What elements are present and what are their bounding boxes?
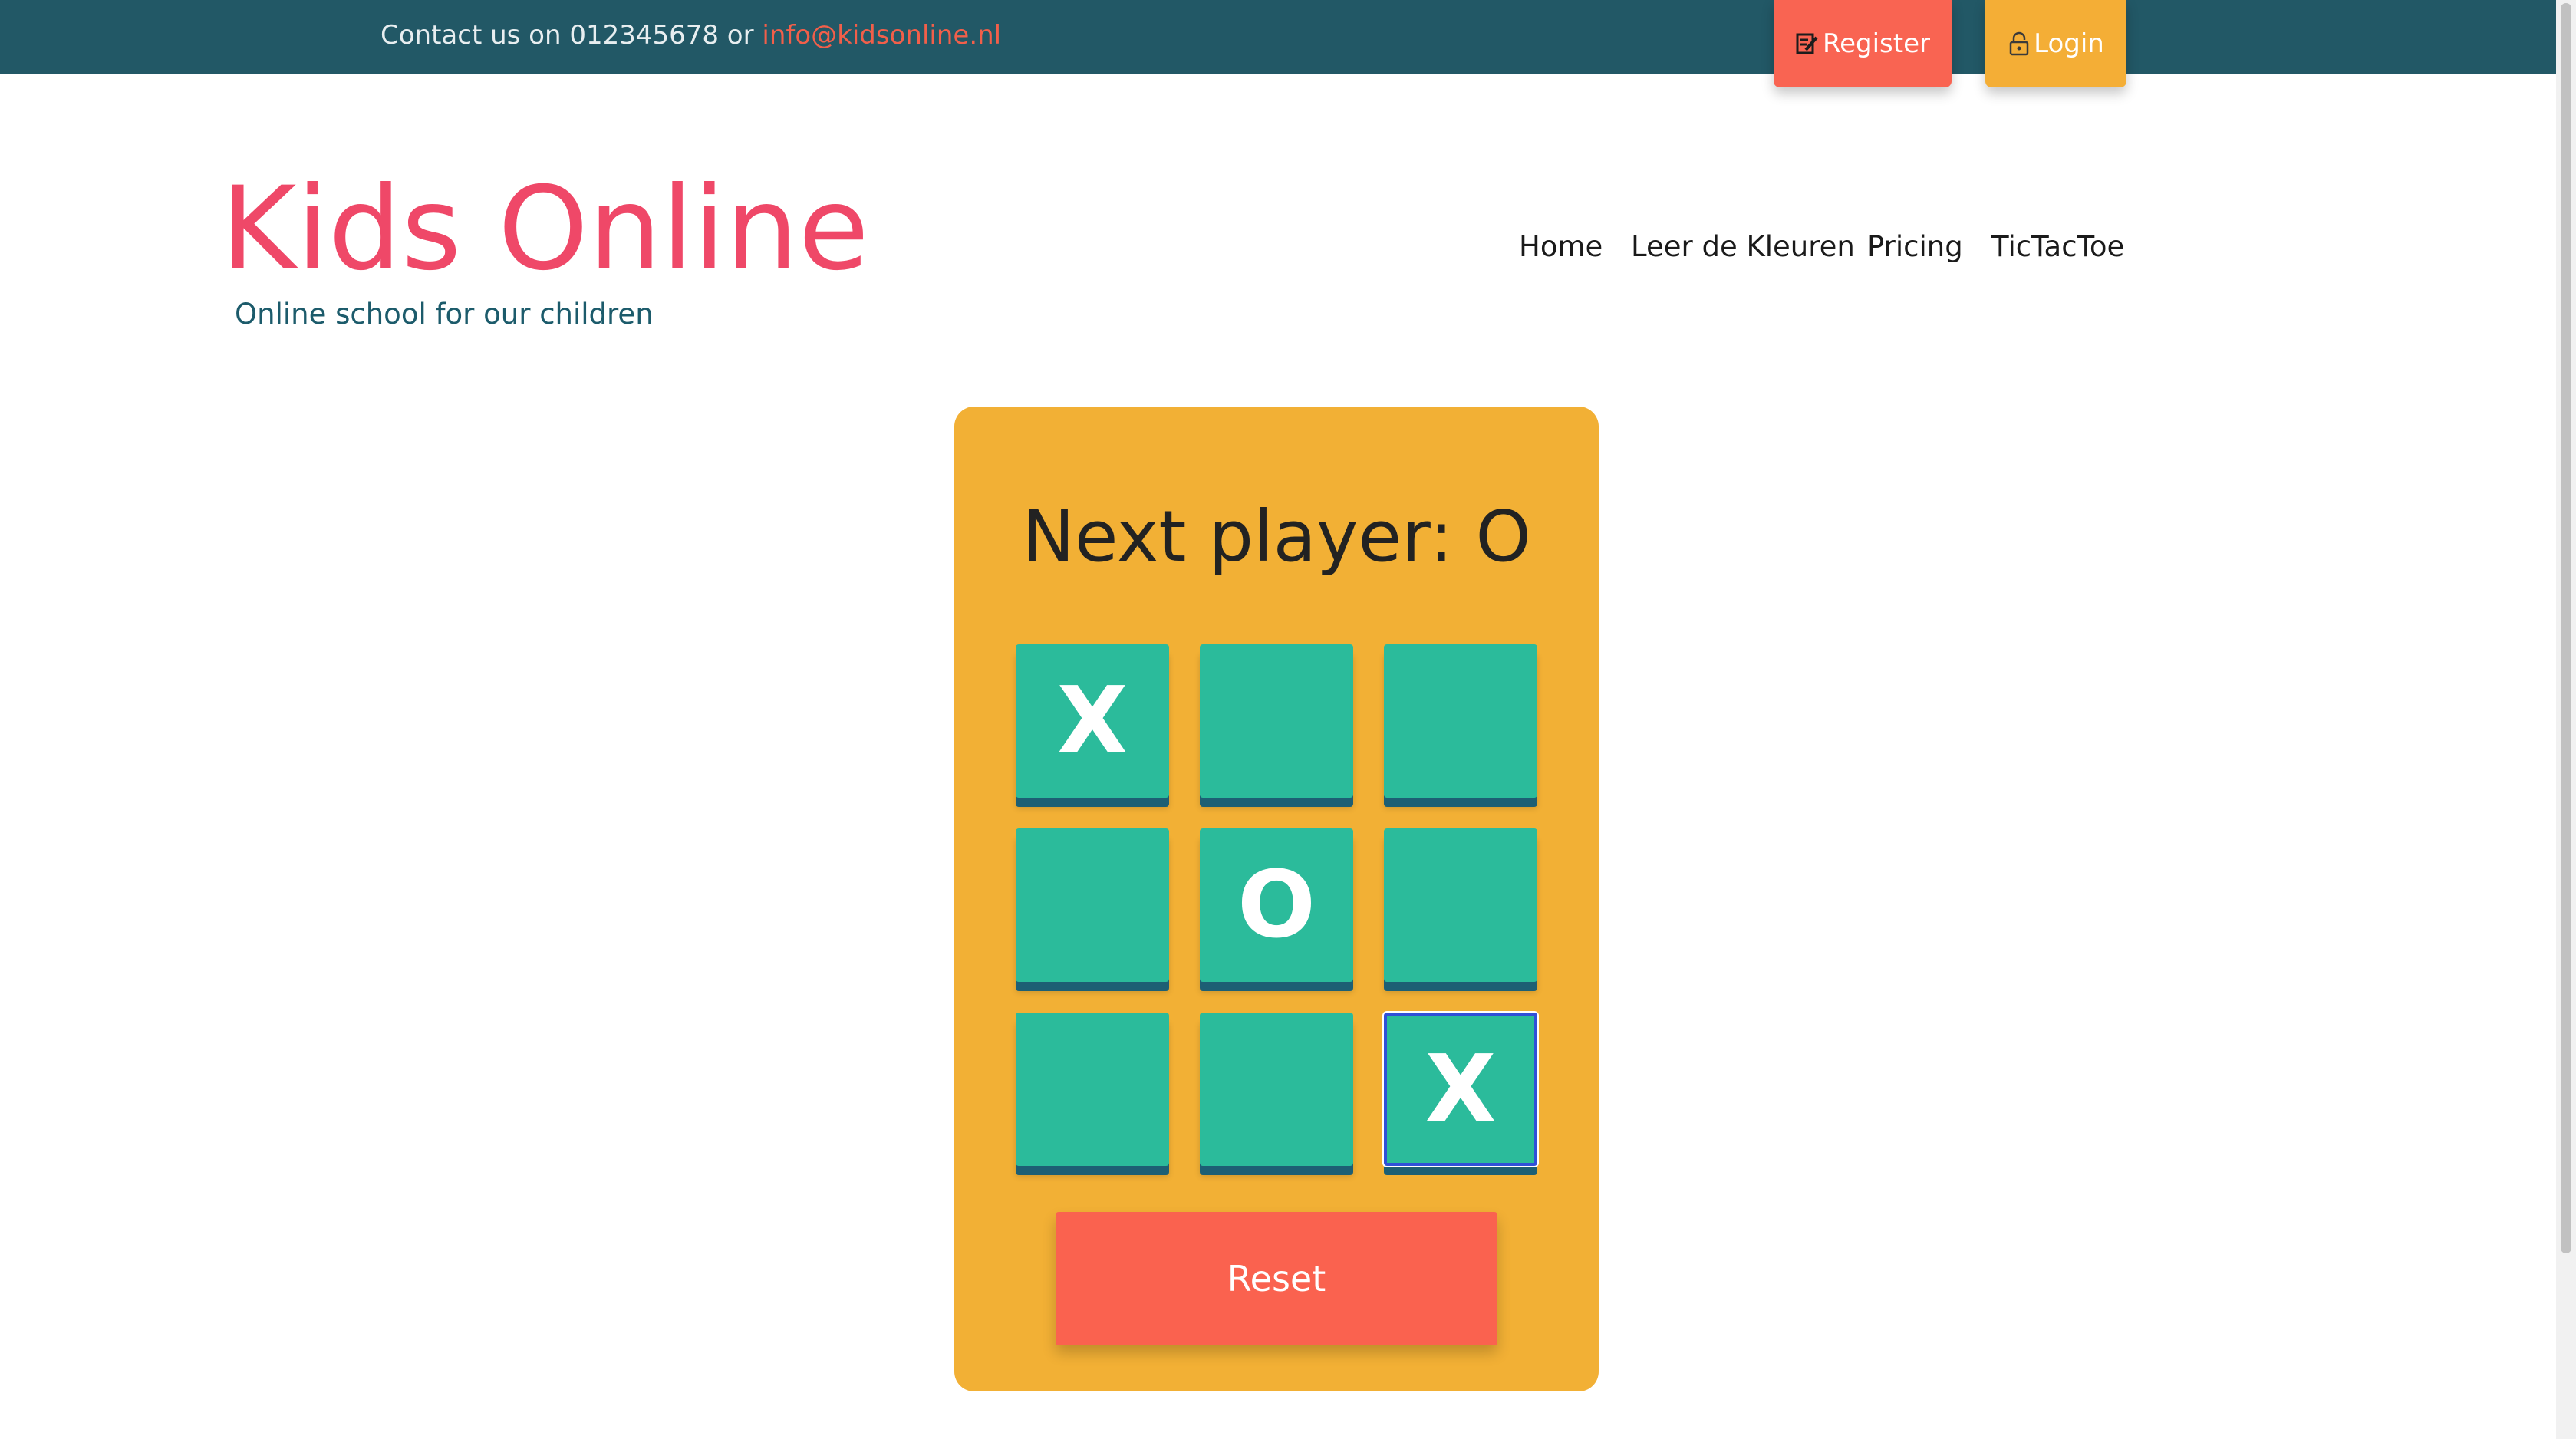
board-square-7[interactable] bbox=[1016, 1013, 1169, 1166]
top-bar: Contact us on 012345678 or info@kidsonli… bbox=[0, 0, 2556, 74]
board-square-9[interactable]: X bbox=[1384, 1013, 1537, 1166]
reset-button[interactable]: Reset bbox=[1056, 1212, 1497, 1345]
edit-icon bbox=[1796, 33, 1818, 54]
register-label: Register bbox=[1823, 28, 1930, 59]
board-square-1[interactable]: X bbox=[1016, 644, 1169, 798]
site-logo[interactable]: Kids Online bbox=[221, 164, 869, 295]
login-label: Login bbox=[2034, 28, 2104, 59]
scrollbar-thumb[interactable] bbox=[2561, 3, 2571, 1253]
board-square-5[interactable]: O bbox=[1200, 828, 1353, 982]
board-square-3[interactable] bbox=[1384, 644, 1537, 798]
lock-icon bbox=[2009, 31, 2029, 56]
board-square-4[interactable] bbox=[1016, 828, 1169, 982]
nav-home[interactable]: Home bbox=[1519, 230, 1603, 263]
register-button[interactable]: Register bbox=[1774, 0, 1952, 87]
game-status: Next player: O bbox=[1022, 496, 1531, 578]
tictactoe-game: Next player: O X O X Reset bbox=[954, 407, 1599, 1391]
site-tagline: Online school for our children bbox=[235, 298, 654, 331]
nav-leer-de-kleuren[interactable]: Leer de Kleuren bbox=[1631, 230, 1855, 263]
login-button[interactable]: Login bbox=[1985, 0, 2126, 87]
contact-info: Contact us on 012345678 or info@kidsonli… bbox=[380, 20, 1001, 51]
email-link[interactable]: info@kidsonline.nl bbox=[762, 20, 1001, 51]
vertical-scrollbar[interactable] bbox=[2556, 0, 2576, 1439]
contact-text: Contact us on 012345678 or bbox=[380, 20, 763, 51]
nav-pricing[interactable]: Pricing bbox=[1867, 230, 1963, 263]
nav-tictactoe[interactable]: TicTacToe bbox=[1991, 230, 2124, 263]
board-square-8[interactable] bbox=[1200, 1013, 1353, 1166]
board-square-6[interactable] bbox=[1384, 828, 1537, 982]
page: Contact us on 012345678 or info@kidsonli… bbox=[0, 0, 2576, 1439]
board-square-2[interactable] bbox=[1200, 644, 1353, 798]
